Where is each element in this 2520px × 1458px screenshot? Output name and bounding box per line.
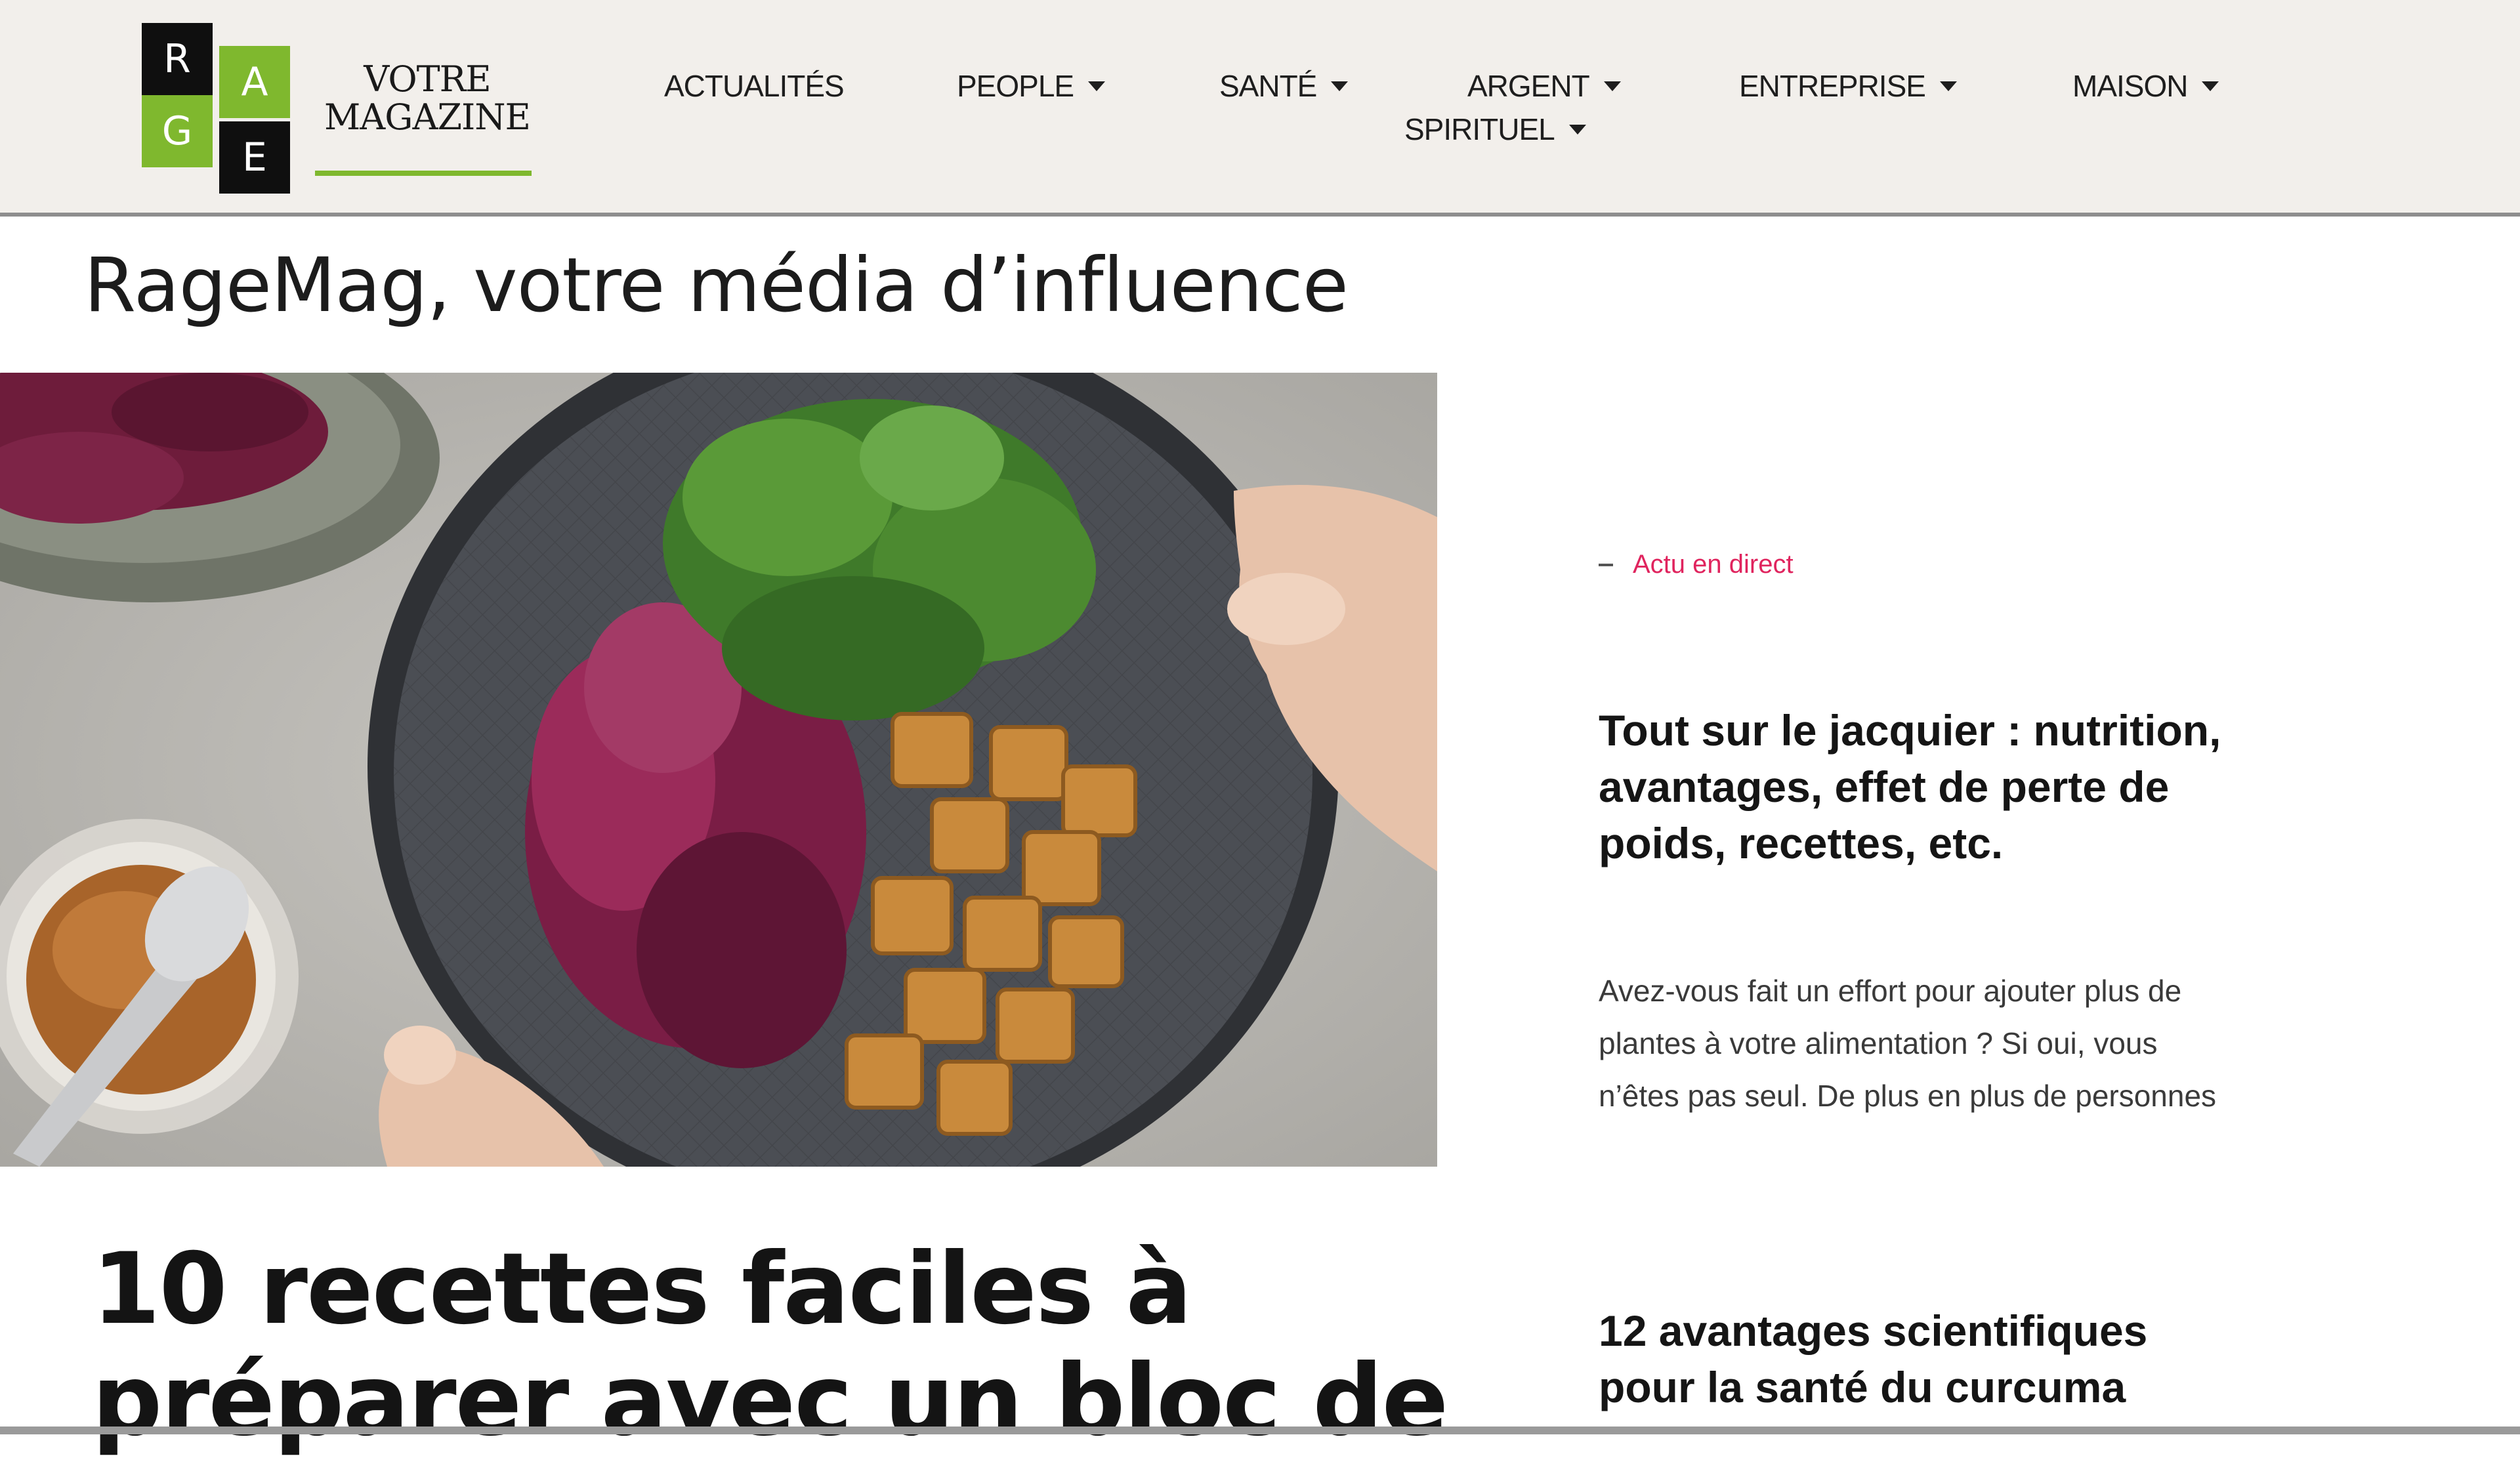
chevron-down-icon xyxy=(1568,124,1586,135)
plate-salad-photo xyxy=(0,373,1437,1167)
nav-item-label: ACTUALITÉS xyxy=(664,69,845,103)
logo-text-line1: VOTRE xyxy=(364,58,491,100)
nav-item-spirituel[interactable]: SPIRITUEL xyxy=(1404,112,1586,147)
logo-tile-e: E xyxy=(219,121,290,194)
live-news-text: Actu en direct xyxy=(1633,550,1794,579)
dash-icon xyxy=(1599,563,1613,566)
page-title: RageMag, votre média d’influence xyxy=(84,241,1349,329)
logo-wordmark[interactable]: VOTRE MAGAZINE xyxy=(319,60,536,136)
nav-item-label: ENTREPRISE xyxy=(1739,69,1926,103)
chevron-down-icon xyxy=(1603,81,1621,91)
chevron-down-icon xyxy=(1331,81,1349,91)
logo-tile-r: R xyxy=(142,23,213,95)
nav-item-label: PEOPLE xyxy=(957,69,1074,103)
nav-item-label: SANTÉ xyxy=(1219,69,1317,103)
logo-tile-g: G xyxy=(142,95,213,167)
logo-tile-a: A xyxy=(219,46,290,118)
logo-underline xyxy=(315,171,532,176)
hero-image[interactable] xyxy=(0,373,1437,1167)
nav-item-label: SPIRITUEL xyxy=(1404,112,1555,146)
sidebar-article-title[interactable]: 12 avantages scientifiques pour la santé… xyxy=(1599,1302,2229,1415)
nav-item-label: MAISON xyxy=(2072,69,2188,103)
nav-item-entreprise[interactable]: ENTREPRISE xyxy=(1739,68,1957,104)
site-logo[interactable]: R G A E xyxy=(142,23,293,200)
sidebar-article-excerpt: Avez-vous fait un effort pour ajouter pl… xyxy=(1599,974,2217,1113)
nav-item-maison[interactable]: MAISON xyxy=(2072,68,2219,104)
chevron-down-icon xyxy=(2202,81,2219,91)
nav-item-people[interactable]: PEOPLE xyxy=(957,68,1106,104)
nav-item-argent[interactable]: ARGENT xyxy=(1467,68,1621,104)
sidebar-article-title[interactable]: Tout sur le jacquier : nutrition, avanta… xyxy=(1599,702,2229,871)
nav-item-label: ARGENT xyxy=(1467,69,1590,103)
site-header: R G A E VOTRE MAGAZINE ACTUALITÉS PEOPLE… xyxy=(0,0,2520,217)
page-divider xyxy=(0,1427,2520,1434)
chevron-down-icon xyxy=(1939,81,1957,91)
chevron-down-icon xyxy=(1088,81,1106,91)
nav-item-actualites[interactable]: ACTUALITÉS xyxy=(664,68,845,104)
nav-item-sante[interactable]: SANTÉ xyxy=(1219,68,1349,104)
live-news-label: Actu en direct xyxy=(1599,550,1794,579)
article-title[interactable]: 10 recettes faciles à préparer avec un b… xyxy=(92,1234,1470,1457)
logo-text-line2: MAGAZINE xyxy=(324,96,531,138)
